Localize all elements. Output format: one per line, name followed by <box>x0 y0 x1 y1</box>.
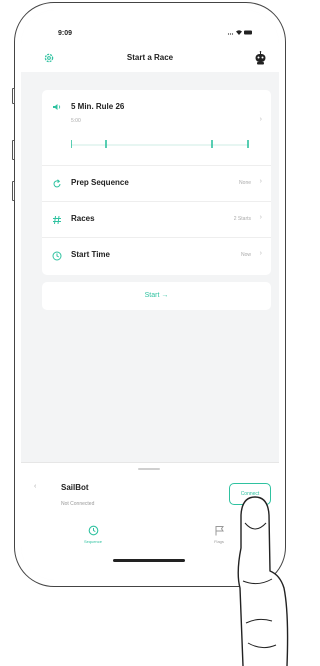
page-title: Start a Race <box>126 53 174 62</box>
volume-up-button <box>12 140 15 160</box>
row-label: Races <box>71 214 95 223</box>
clock-icon <box>88 525 98 536</box>
pointing-finger-illustration <box>237 496 289 666</box>
tab-label: Sequence <box>83 539 102 544</box>
mute-switch <box>12 88 15 104</box>
row-value: None <box>239 180 251 186</box>
chevron-right-icon: › <box>259 178 262 185</box>
race-settings-card: 5 Min. Rule 26 5:00 › Prep Sequence None… <box>42 90 271 275</box>
start-button[interactable]: Start → <box>42 282 271 310</box>
status-bar: 9:09 <box>21 10 279 44</box>
start-time-row[interactable]: Start Time Now › <box>42 237 271 274</box>
status-time: 9:09 <box>58 30 73 37</box>
clock-icon <box>52 251 62 261</box>
chevron-right-icon: › <box>259 116 262 123</box>
speaker-icon <box>53 104 61 110</box>
device-status: Not Connected <box>61 501 95 507</box>
hash-icon <box>53 215 61 225</box>
home-indicator <box>113 559 185 562</box>
volume-down-button <box>12 181 15 201</box>
rule-title: 5 Min. Rule 26 <box>71 102 125 111</box>
device-name: SailBot <box>61 483 89 492</box>
robot-icon[interactable] <box>254 51 267 65</box>
races-row[interactable]: Races 2 Starts › <box>42 201 271 238</box>
prep-sequence-row[interactable]: Prep Sequence None › <box>42 165 271 202</box>
row-label: Start Time <box>71 250 110 259</box>
sequence-timeline <box>71 140 249 148</box>
rule-duration: 5:00 <box>71 118 81 124</box>
bluetooth-icon: ‹ <box>34 483 37 490</box>
rule-row[interactable]: 5 Min. Rule 26 5:00 › <box>42 90 271 165</box>
flag-icon <box>215 526 224 536</box>
nav-bar: Start a Race <box>21 44 279 72</box>
row-label: Prep Sequence <box>71 178 129 187</box>
chevron-right-icon: › <box>259 214 262 221</box>
row-value: Now <box>240 252 251 258</box>
sheet-grabber[interactable] <box>138 468 160 470</box>
signal-wifi-battery-icon <box>227 30 252 35</box>
chevron-right-icon: › <box>259 250 262 257</box>
row-value: 2 Starts <box>233 216 251 222</box>
tab-sequence[interactable]: Sequence <box>73 525 113 544</box>
start-card: Start → <box>42 282 271 310</box>
status-icons <box>227 29 253 38</box>
refresh-icon <box>53 179 61 188</box>
